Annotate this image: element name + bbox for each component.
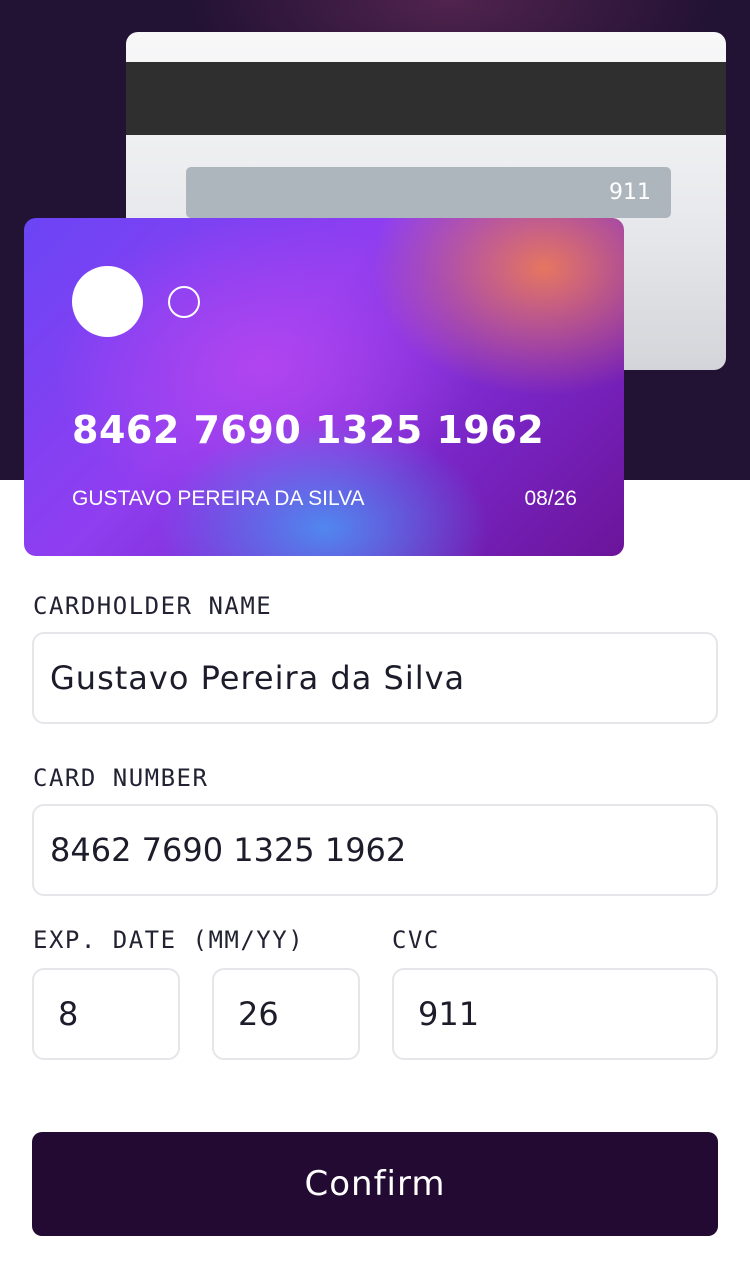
exp-month-input[interactable]: 8 bbox=[32, 968, 180, 1060]
card-number-input[interactable]: 8462 7690 1325 1962 bbox=[32, 804, 718, 896]
signature-strip: 911 bbox=[186, 167, 671, 218]
cvc-input[interactable]: 911 bbox=[392, 968, 718, 1060]
card-details-screen: 911 8462 7690 1325 1962 GUSTAVO PEREIRA … bbox=[0, 0, 750, 1284]
card-preview-area: 911 8462 7690 1325 1962 GUSTAVO PEREIRA … bbox=[0, 0, 750, 556]
card-logo-circle-filled bbox=[72, 266, 143, 337]
exp-date-label: EXP. DATE (MM/YY) bbox=[33, 926, 305, 954]
card-front-number: 8462 7690 1325 1962 bbox=[72, 408, 545, 452]
cardholder-name-label: CARDHOLDER NAME bbox=[33, 592, 273, 620]
magnetic-stripe bbox=[126, 62, 726, 135]
card-back-cvc: 911 bbox=[609, 180, 651, 205]
card-number-label: CARD NUMBER bbox=[33, 764, 209, 792]
cardholder-name-input[interactable]: Gustavo Pereira da Silva bbox=[32, 632, 718, 724]
confirm-button[interactable]: Confirm bbox=[32, 1132, 718, 1236]
cvc-label: CVC bbox=[392, 926, 440, 954]
card-front: 8462 7690 1325 1962 GUSTAVO PEREIRA DA S… bbox=[24, 218, 624, 556]
card-front-expiry: 08/26 bbox=[524, 487, 577, 510]
card-logo-circle-outline bbox=[168, 286, 200, 318]
card-front-holder: GUSTAVO PEREIRA DA SILVA bbox=[72, 487, 365, 510]
exp-year-input[interactable]: 26 bbox=[212, 968, 360, 1060]
